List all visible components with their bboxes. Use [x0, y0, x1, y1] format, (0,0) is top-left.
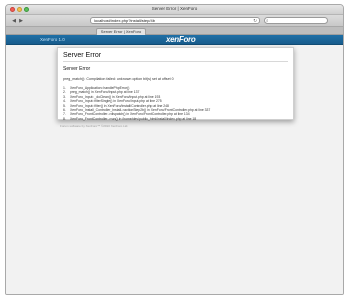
trace-item: 8. XenForo_FrontController->run() in /hom… [63, 116, 197, 121]
title-bar: Server Error | XenForo [6, 5, 343, 15]
url-text: localhost/index.php?install/step/4b [94, 18, 155, 23]
search-input[interactable]: ⌕ [264, 17, 328, 24]
back-icon[interactable]: ◀ [11, 18, 17, 24]
forum-home-link[interactable]: XenForo 1.0 [40, 37, 65, 42]
xenforo-logo[interactable]: xenForo [166, 35, 196, 44]
address-bar[interactable]: localhost/index.php?install/step/4b ↻ [90, 17, 260, 24]
browser-toolbar: ◀ ▶ localhost/index.php?install/step/4b … [6, 15, 343, 27]
forward-icon[interactable]: ▶ [18, 18, 24, 24]
error-heading: Server Error [63, 66, 91, 72]
site-header: XenForo 1.0 xenForo [6, 35, 343, 45]
tab-bar: Server Error | XenForo [6, 27, 343, 35]
error-message: preg_match(): Compilation failed: unknow… [63, 77, 174, 81]
page-title: Server Error [63, 52, 102, 59]
window-title: Server Error | XenForo [151, 6, 198, 11]
copyright-notice[interactable]: Forum software by XenForo™ ©2010 XenForo… [60, 124, 128, 128]
search-icon: ⌕ [266, 18, 269, 23]
page-content: Server Error Server Error preg_match(): … [6, 45, 343, 294]
tab-server-error[interactable]: Server Error | XenForo [96, 28, 146, 35]
reload-icon[interactable]: ↻ [253, 18, 257, 23]
error-panel: Server Error Server Error preg_match(): … [57, 47, 294, 121]
browser-window: Server Error | XenForo ◀ ▶ localhost/ind… [5, 4, 344, 295]
stack-trace: 1. XenForo_Application::handlePhpError() … [63, 86, 288, 121]
divider [63, 61, 288, 62]
